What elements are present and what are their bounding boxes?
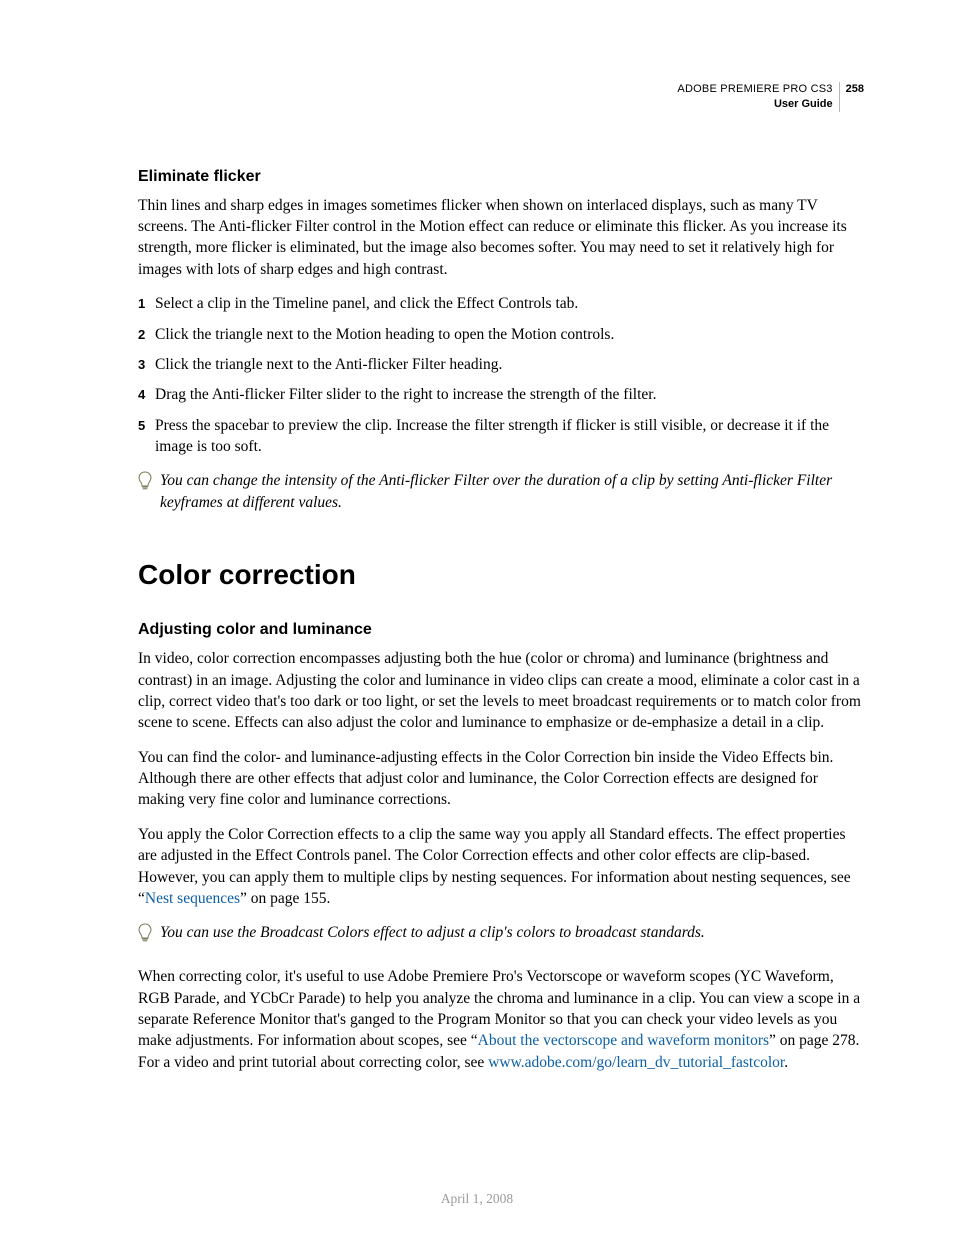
text-run: ” on page 155.	[240, 890, 330, 907]
step-number: 5	[138, 415, 155, 458]
lightbulb-icon	[138, 470, 160, 513]
step-3: 3 Click the triangle next to the Anti-fl…	[138, 354, 864, 375]
step-number: 3	[138, 354, 155, 375]
text-run: .	[784, 1054, 788, 1071]
step-text: Click the triangle next to the Motion he…	[155, 324, 864, 345]
link-nest-sequences[interactable]: Nest sequences	[145, 890, 240, 907]
heading-eliminate-flicker: Eliminate flicker	[138, 168, 864, 186]
step-4: 4 Drag the Anti-flicker Filter slider to…	[138, 384, 864, 405]
step-number: 4	[138, 384, 155, 405]
link-tutorial-url[interactable]: www.adobe.com/go/learn_dv_tutorial_fastc…	[488, 1054, 784, 1071]
tip-text: You can change the intensity of the Anti…	[160, 470, 864, 513]
step-number: 1	[138, 293, 155, 314]
body-paragraph: When correcting color, it's useful to us…	[138, 966, 864, 1073]
step-text: Select a clip in the Timeline panel, and…	[155, 293, 864, 314]
tip-block: You can use the Broadcast Colors effect …	[138, 922, 864, 948]
step-text: Drag the Anti-flicker Filter slider to t…	[155, 384, 864, 405]
page-number: 258	[846, 82, 864, 97]
lightbulb-icon	[138, 922, 160, 948]
step-text: Click the triangle next to the Anti-flic…	[155, 354, 864, 375]
intro-paragraph: Thin lines and sharp edges in images som…	[138, 195, 864, 281]
step-2: 2 Click the triangle next to the Motion …	[138, 324, 864, 345]
tip-block: You can change the intensity of the Anti…	[138, 470, 864, 513]
heading-adjusting-color: Adjusting color and luminance	[138, 621, 864, 639]
footer-date: April 1, 2008	[0, 1191, 954, 1207]
header-product: ADOBE PREMIERE PRO CS3	[677, 82, 832, 97]
body-paragraph: You apply the Color Correction effects t…	[138, 824, 864, 910]
heading-color-correction: Color correction	[138, 559, 864, 591]
step-text: Press the spacebar to preview the clip. …	[155, 415, 864, 458]
step-number: 2	[138, 324, 155, 345]
body-paragraph: You can find the color- and luminance-ad…	[138, 747, 864, 811]
link-vectorscope[interactable]: About the vectorscope and waveform monit…	[478, 1032, 769, 1049]
tip-text: You can use the Broadcast Colors effect …	[160, 922, 864, 948]
page-header: ADOBE PREMIERE PRO CS3 User Guide 258	[138, 82, 864, 112]
header-guide: User Guide	[677, 97, 832, 112]
body-paragraph: In video, color correction encompasses a…	[138, 648, 864, 734]
step-1: 1 Select a clip in the Timeline panel, a…	[138, 293, 864, 314]
step-5: 5 Press the spacebar to preview the clip…	[138, 415, 864, 458]
